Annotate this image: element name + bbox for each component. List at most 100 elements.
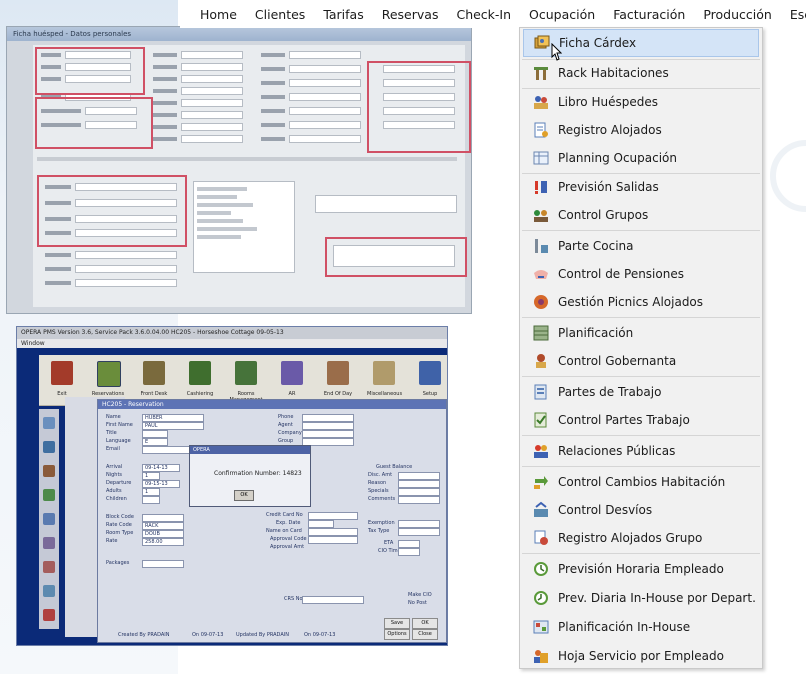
menu-item-control-gobernanta[interactable]: Control Gobernanta [520,347,762,375]
guest-card-titlebar: Ficha huésped - Datos personales [7,27,471,41]
menu-item-prevision-salidas[interactable]: Previsión Salidas [520,173,762,201]
confirmation-text: Confirmation Number: 14823 [214,470,302,477]
menu-item-label: Registro Alojados [558,123,662,137]
menu-item-label: Planificación In-House [558,620,691,634]
ok-button[interactable]: OK [412,618,438,629]
reservation-dialog: HC205 - Reservation Name HUBER First Nam… [97,399,447,643]
save-button[interactable]: Save [384,618,410,629]
ocupacion-dropdown: Ficha Cárdex Rack Habitaciones Libro Hué… [519,27,763,669]
daily-forecast-icon [532,589,550,607]
menu-item-relaciones-publicas[interactable]: Relaciones Públicas [520,437,762,465]
menu-item-control-desvios[interactable]: Control Desvíos [520,496,762,524]
menu-clientes[interactable]: Clientes [255,7,305,22]
schedule-icon [532,560,550,578]
menu-item-planning-ocupacion[interactable]: Planning Ocupación [520,144,762,172]
group-register-icon [532,529,550,547]
menu-item-label: Control Gobernanta [558,354,677,368]
close-button[interactable]: Close [412,629,438,640]
confirmation-popup: OPERA Confirmation Number: 14823 OK [189,445,311,507]
menu-item-planificacion-inhouse[interactable]: Planificación In-House [520,613,762,641]
guest-card-form [33,45,471,307]
highlight-box [325,237,467,277]
menu-item-label: Control Desvíos [558,503,653,517]
cashiering-icon [189,361,211,385]
menu-home[interactable]: Home [200,7,237,22]
menu-item-hoja-servicio-empleado[interactable]: Hoja Servicio por Empleado [520,642,762,670]
menu-item-label: Control de Pensiones [558,267,684,281]
menu-produccion[interactable]: Producción [703,7,771,22]
rooms-management-icon [235,361,257,385]
menu-item-label: Registro Alojados Grupo [558,531,703,545]
groups-icon [532,206,550,224]
kitchen-icon [532,237,550,255]
menu-item-planificacion[interactable]: Planificación [520,319,762,347]
menu-facturacion[interactable]: Facturación [613,7,685,22]
menu-item-label: Gestión Picnics Alojados [558,295,704,309]
menu-item-label: Planning Ocupación [558,151,678,165]
public-relations-icon [532,442,550,460]
room-change-icon [532,473,550,491]
menu-escr[interactable]: Escr [790,7,806,22]
work-report-icon [532,383,550,401]
picnic-icon [532,293,550,311]
menu-item-parte-cocina[interactable]: Parte Cocina [520,232,762,260]
planning-icon [532,149,550,167]
opera-titlebar: OPERA PMS Version 3.6, Service Pack 3.6.… [17,327,447,339]
exit-icon [51,361,73,385]
highlight-box [35,97,153,149]
inhouse-planning-icon [532,618,550,636]
menu-item-prevision-horaria-empleado[interactable]: Previsión Horaria Empleado [520,555,762,583]
menu-check-in[interactable]: Check-In [456,7,511,22]
diversion-icon [532,501,550,519]
menu-item-libro-huespedes[interactable]: Libro Huéspedes [520,88,762,116]
menu-item-label: Planificación [558,326,634,340]
menu-item-label: Control Cambios Habitación [558,475,726,489]
background-decoration [770,140,806,212]
reservation-dialog-title: HC205 - Reservation [98,400,446,409]
miscellaneous-icon [373,361,395,385]
end-of-day-icon [327,361,349,385]
popup-ok-button[interactable]: OK [234,490,254,501]
menu-tarifas[interactable]: Tarifas [323,7,363,22]
menu-item-label: Ficha Cárdex [559,36,637,50]
main-menubar: Home Clientes Tarifas Reservas Check-In … [180,0,806,28]
departures-icon [532,178,550,196]
guest-book-icon [532,93,550,111]
menu-item-label: Partes de Trabajo [558,385,662,399]
highlight-box [37,175,187,247]
menu-item-registro-alojados-grupo[interactable]: Registro Alojados Grupo [520,524,762,552]
menu-item-partes-trabajo[interactable]: Partes de Trabajo [520,378,762,406]
menu-item-control-partes-trabajo[interactable]: Control Partes Trabajo [520,406,762,434]
menu-reservas[interactable]: Reservas [382,7,439,22]
menu-ocupacion[interactable]: Ocupación [529,7,595,22]
menu-item-label: Previsión Horaria Empleado [558,562,724,576]
menu-item-label: Libro Huéspedes [558,95,658,109]
menu-item-prev-diaria-inhouse[interactable]: Prev. Diaria In-House por Depart. [520,584,762,612]
menu-item-label: Relaciones Públicas [558,444,676,458]
options-button[interactable]: Options [384,629,410,640]
menu-item-control-pensiones[interactable]: Control de Pensiones [520,260,762,288]
front-desk-icon [143,361,165,385]
planning-grid-icon [532,324,550,342]
pensions-icon [532,265,550,283]
rack-icon [532,64,550,82]
reservations-icon [97,361,121,387]
ar-icon [281,361,303,385]
menu-item-label: Rack Habitaciones [558,66,669,80]
menu-item-gestion-picnics[interactable]: Gestión Picnics Alojados [520,288,762,316]
work-control-icon [532,411,550,429]
setup-icon [419,361,441,385]
highlight-box [35,47,145,95]
menu-item-control-cambios-habitacion[interactable]: Control Cambios Habitación [520,468,762,496]
menu-item-registro-alojados[interactable]: Registro Alojados [520,116,762,144]
service-sheet-icon [532,647,550,665]
menu-item-label: Parte Cocina [558,239,634,253]
register-icon [532,121,550,139]
opera-sidebar [39,409,59,629]
opera-menubar: Window [17,339,447,348]
menu-item-label: Control Partes Trabajo [558,413,690,427]
opera-screenshot: OPERA PMS Version 3.6, Service Pack 3.6.… [16,326,448,646]
menu-item-control-grupos[interactable]: Control Grupos [520,201,762,229]
menu-item-rack-habitaciones[interactable]: Rack Habitaciones [520,59,762,87]
highlight-box [367,61,471,153]
